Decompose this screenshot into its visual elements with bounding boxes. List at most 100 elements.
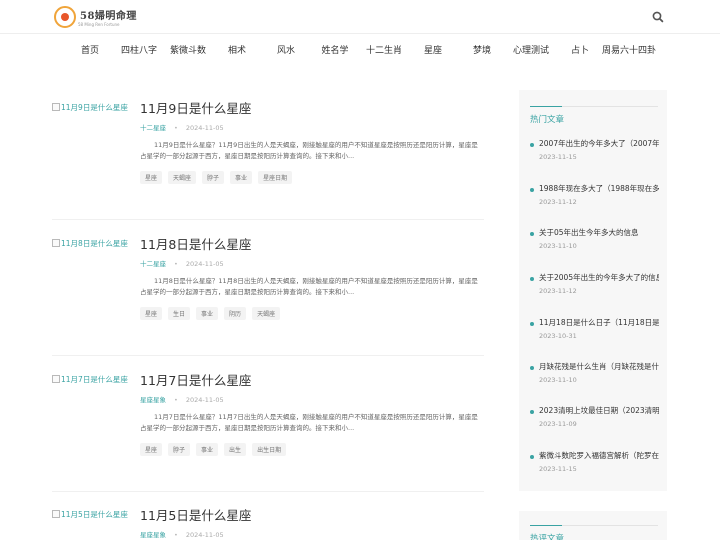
post-tag[interactable]: 天蝎座 (168, 171, 197, 184)
post-thumbnail[interactable]: 11月9日是什么星座 (52, 100, 132, 114)
post-tag[interactable]: 事业 (230, 171, 253, 184)
nav-item-name[interactable]: 姓名学 (321, 43, 348, 56)
nav-item-divination[interactable]: 占卜 (571, 43, 589, 56)
sidebar-article-item: 关于2005年出生的今年多大了的信息 2023-11-12 (530, 272, 662, 316)
post-meta: 十二星座 • 2024-11-05 (140, 258, 224, 268)
post-card: 11月7日是什么星座 11月7日是什么星座 星座星象 • 2024-11-05 11… (52, 372, 484, 492)
sidebar-article-date: 2023-11-10 (539, 242, 577, 250)
thumbnail-alt-text: 11月5日是什么星座 (61, 509, 128, 519)
broken-image-icon (52, 239, 60, 247)
sidebar-header-accent (530, 106, 562, 107)
search-button[interactable] (650, 9, 666, 25)
post-meta: 星座星象 • 2024-11-05 (140, 529, 224, 539)
main-nav: 首页 四柱八字 紫微斗数 相术 风水 姓名学 十二生肖 星座 梦境 心理测试 占… (0, 34, 720, 64)
bullet-icon (530, 232, 534, 236)
post-thumbnail[interactable]: 11月5日是什么星座 (52, 507, 132, 521)
meta-dot: • (174, 396, 178, 404)
logo-subtitle: 58 Ming Ren Fortune (78, 22, 120, 27)
sidebar-article-item: 关于05年出生今年多大的信息 2023-11-10 (530, 227, 662, 271)
nav-item-dream[interactable]: 梦境 (473, 43, 491, 56)
post-tag[interactable]: 生日 (168, 307, 191, 320)
sidebar-article-date: 2023-11-15 (539, 153, 577, 161)
post-date: 2024-11-05 (185, 124, 224, 132)
bullet-icon (530, 143, 534, 147)
nav-item-constellation[interactable]: 星座 (424, 43, 442, 56)
nav-item-zhouyi[interactable]: 周易六十四卦 (602, 43, 656, 56)
nav-item-fengshui[interactable]: 风水 (277, 43, 295, 56)
post-title[interactable]: 11月7日是什么星座 (140, 370, 251, 389)
post-tag[interactable]: 出生日期 (252, 443, 287, 456)
nav-item-ziwei[interactable]: 紫微斗数 (170, 43, 206, 56)
sidebar-article-link[interactable]: 紫微斗数陀罗入福德宫解析（陀罗在 (539, 450, 659, 461)
post-tags: 星座 脖子 事业 出生 出生日期 (140, 443, 287, 456)
logo-text: 58婦明命理 (80, 11, 137, 22)
post-tag[interactable]: 星座 (140, 443, 163, 456)
sidebar-article-link[interactable]: 关于05年出生今年多大的信息 (539, 227, 659, 238)
bullet-icon (530, 366, 534, 370)
sidebar-article-link[interactable]: 2023清明上坟最佳日期（2023清明上 (539, 405, 659, 416)
post-excerpt: 11月9日是什么星座？11月9日出生的人是天蝎座，刚接触星座的用户不知道星座是按… (140, 141, 478, 160)
post-title[interactable]: 11月5日是什么星座 (140, 505, 251, 524)
post-date: 2024-11-05 (185, 531, 224, 539)
thumbnail-alt-text: 11月8日是什么星座 (61, 238, 128, 248)
sidebar-article-item: 2023清明上坟最佳日期（2023清明上 2023-11-09 (530, 405, 662, 449)
broken-image-icon (52, 103, 60, 111)
sidebar-header: 热门文章 (530, 106, 658, 125)
sidebar-header: 热评文章 (530, 525, 658, 540)
post-tag[interactable]: 出生 (224, 443, 247, 456)
post-tag[interactable]: 星座 (140, 171, 163, 184)
search-icon (652, 11, 664, 23)
nav-item-bazi[interactable]: 四柱八字 (121, 43, 157, 56)
post-card: 11月9日是什么星座 11月9日是什么星座 十二星座 • 2024-11-05 11… (52, 100, 484, 220)
sidebar-article-date: 2023-11-15 (539, 465, 577, 473)
post-tag[interactable]: 阴历 (224, 307, 247, 320)
sidebar-header-accent (530, 525, 562, 526)
meta-dot: • (174, 260, 178, 268)
broken-image-icon (52, 510, 60, 518)
post-category[interactable]: 星座星象 (140, 396, 166, 404)
post-thumbnail[interactable]: 11月7日是什么星座 (52, 372, 132, 386)
post-tag[interactable]: 天蝎座 (252, 307, 281, 320)
thumbnail-alt-text: 11月7日是什么星座 (61, 374, 128, 384)
post-category[interactable]: 十二星座 (140, 260, 166, 268)
sidebar-article-link[interactable]: 2007年出生的今年多大了（2007年出 (539, 138, 659, 149)
thumbnail-alt-text: 11月9日是什么星座 (61, 102, 128, 112)
post-tag[interactable]: 星座日期 (258, 171, 293, 184)
post-meta: 星座星象 • 2024-11-05 (140, 394, 224, 404)
sidebar-hot-comments: 热评文章 (519, 511, 667, 540)
post-tag[interactable]: 事业 (196, 307, 219, 320)
sidebar-article-item: 1988年现在多大了（1988年现在多大 2023-11-12 (530, 183, 662, 227)
sidebar-article-date: 2023-10-31 (539, 332, 577, 340)
post-meta: 十二星座 • 2024-11-05 (140, 122, 224, 132)
post-tag[interactable]: 星座 (140, 307, 163, 320)
nav-item-psych-test[interactable]: 心理测试 (513, 43, 549, 56)
broken-image-icon (52, 375, 60, 383)
sidebar-article-link[interactable]: 11月18日是什么日子（11月18日是什 (539, 317, 659, 328)
post-category[interactable]: 十二星座 (140, 124, 166, 132)
sidebar-article-link[interactable]: 1988年现在多大了（1988年现在多大 (539, 183, 659, 194)
bullet-icon (530, 410, 534, 414)
post-thumbnail[interactable]: 11月8日是什么星座 (52, 236, 132, 250)
nav-item-home[interactable]: 首页 (81, 43, 99, 56)
meta-dot: • (174, 124, 178, 132)
bullet-icon (530, 455, 534, 459)
bullet-icon (530, 188, 534, 192)
post-tag[interactable]: 脖子 (168, 443, 191, 456)
sidebar-article-link[interactable]: 关于2005年出生的今年多大了的信息 (539, 272, 659, 283)
post-card: 11月5日是什么星座 11月5日是什么星座 星座星象 • 2024-11-05 (52, 507, 484, 540)
post-tag[interactable]: 事业 (196, 443, 219, 456)
nav-item-xiangshu[interactable]: 相术 (228, 43, 246, 56)
post-title[interactable]: 11月9日是什么星座 (140, 98, 251, 117)
post-tag[interactable]: 脖子 (202, 171, 225, 184)
nav-item-zodiac[interactable]: 十二生肖 (366, 43, 402, 56)
site-logo[interactable]: 58婦明命理 58 Ming Ren Fortune (54, 5, 137, 29)
sidebar-article-link[interactable]: 月缺花残是什么生肖（月缺花残是什 (539, 361, 659, 372)
post-tags: 星座 生日 事业 阴历 天蝎座 (140, 307, 281, 320)
site-header: 58婦明命理 58 Ming Ren Fortune (0, 0, 720, 34)
post-title[interactable]: 11月8日是什么星座 (140, 234, 251, 253)
post-category[interactable]: 星座星象 (140, 531, 166, 539)
post-date: 2024-11-05 (185, 396, 224, 404)
post-tags: 星座 天蝎座 脖子 事业 星座日期 (140, 171, 293, 184)
sidebar-article-date: 2023-11-10 (539, 376, 577, 384)
sidebar-article-item: 月缺花残是什么生肖（月缺花残是什 2023-11-10 (530, 361, 662, 405)
